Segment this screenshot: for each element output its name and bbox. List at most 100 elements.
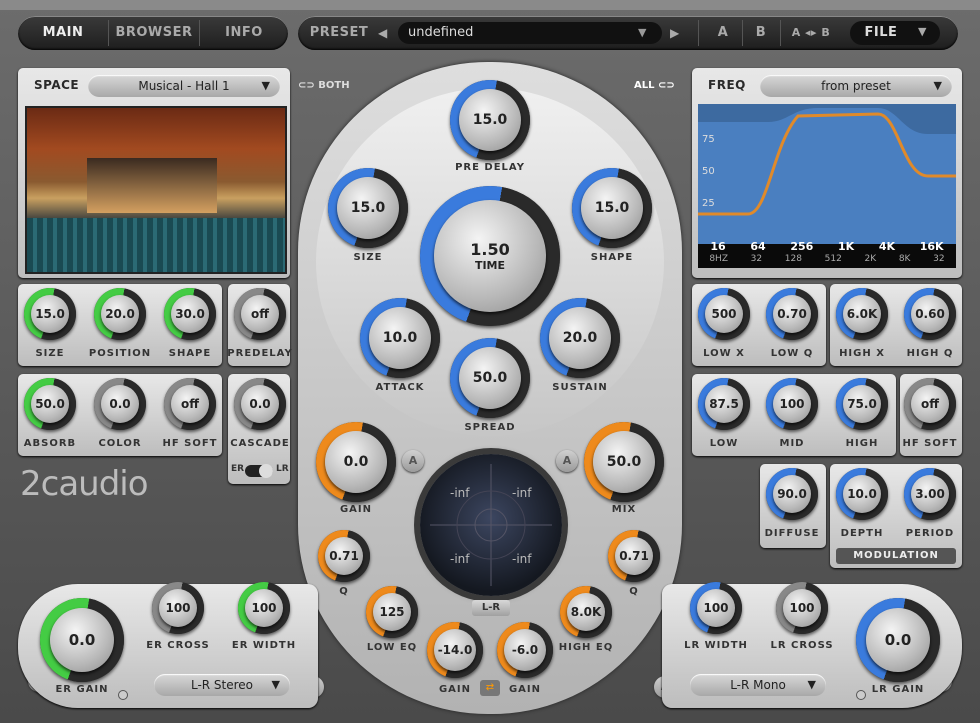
right-low-x-knob[interactable]: 500 [698, 288, 750, 340]
lr-cross-label: LR CROSS [770, 640, 834, 651]
space-hall-image [25, 106, 287, 274]
right-low-knob[interactable]: 87.5 [698, 378, 750, 430]
left-absorb-knob[interactable]: 50.0 [24, 378, 76, 430]
chevron-down-icon: ▼ [271, 678, 280, 691]
left-cascade-label: CASCADE [230, 438, 290, 449]
lr-label: LR [276, 464, 289, 474]
space-dropdown-value: Musical - Hall 1 [138, 79, 230, 93]
gain-low-knob[interactable]: -14.0 [427, 622, 483, 678]
x-tick: 128 [784, 254, 802, 264]
er-width-label: ER WIDTH [231, 640, 297, 651]
space-title: SPACE [34, 78, 80, 92]
right-high-x-knob[interactable]: 6.0K [836, 288, 888, 340]
lr-mode-button[interactable]: L-R [472, 600, 510, 616]
left-size-knob[interactable]: 15.0 [24, 288, 76, 340]
meter-br: -inf [512, 552, 532, 566]
left-predelay-knob[interactable]: off [234, 288, 286, 340]
x-tick: 1K [838, 240, 855, 253]
er-lr-switch-row: ER LR [229, 464, 289, 478]
lr-cross-knob[interactable]: 100 [776, 582, 828, 634]
time-unit-label: TIME [474, 259, 506, 272]
shape-label: SHAPE [590, 252, 634, 263]
left-color-knob[interactable]: 0.0 [94, 378, 146, 430]
sustain-knob[interactable]: 20.0 [540, 298, 620, 378]
attack-knob[interactable]: 10.0 [360, 298, 440, 378]
shape-knob[interactable]: 15.0 [572, 168, 652, 248]
left-position-knob[interactable]: 20.0 [94, 288, 146, 340]
x-ticks-top: 16 64 256 1K 4K 16K [698, 240, 956, 253]
file-button[interactable]: FILE ▼ [850, 21, 940, 45]
preset-divider [698, 20, 699, 46]
link-all[interactable]: ALL ⊂⊃ [634, 80, 675, 91]
size-label: SIZE [353, 252, 383, 263]
er-cross-knob[interactable]: 100 [152, 582, 204, 634]
er-width-knob[interactable]: 100 [238, 582, 290, 634]
lr-gain-knob[interactable]: 0.0 [856, 598, 940, 682]
low-eq-knob[interactable]: 125 [366, 586, 418, 638]
pre-delay-label: PRE DELAY [455, 162, 525, 173]
next-preset-icon[interactable]: ▶ [670, 22, 684, 44]
tab-main[interactable]: MAIN [18, 16, 108, 50]
a-button[interactable]: A [708, 16, 738, 50]
er-lr-toggle[interactable] [245, 464, 273, 478]
mix-knob[interactable]: 50.0 [584, 422, 664, 502]
link-both[interactable]: ⊂⊃ BOTH [298, 80, 350, 91]
right-period-knob[interactable]: 3.00 [904, 468, 956, 520]
space-panel: SPACE Musical - Hall 1 ▼ [18, 68, 290, 278]
right-high-q-knob[interactable]: 0.60 [904, 288, 956, 340]
spread-knob[interactable]: 50.0 [450, 338, 530, 418]
right-high-knob[interactable]: 75.0 [836, 378, 888, 430]
sustain-value: 20.0 [549, 307, 611, 369]
prev-preset-icon[interactable]: ◀ [378, 22, 392, 44]
left-cascade-knob[interactable]: 0.0 [234, 378, 286, 430]
lr-stereo-mode-dropdown[interactable]: L-R Mono ▼ [690, 674, 826, 696]
er-stereo-mode-dropdown[interactable]: L-R Stereo ▼ [154, 674, 290, 696]
left-shape-knob[interactable]: 30.0 [164, 288, 216, 340]
right-hf-soft-knob[interactable]: off [904, 378, 956, 430]
high-eq-knob[interactable]: 8.0K [560, 586, 612, 638]
preset-bar: PRESET ◀ undefined ▼ ▶ A B A ◂▸ B FILE ▼ [298, 16, 958, 50]
time-knob[interactable]: 1.50 TIME [420, 186, 560, 326]
right-high-value: 75.0 [843, 385, 881, 423]
right-high-q-label: HIGH Q [906, 348, 954, 359]
gain-high-knob[interactable]: -6.0 [497, 622, 553, 678]
gain-knob[interactable]: 0.0 [316, 422, 396, 502]
left-predelay-label: PREDELAY [227, 348, 293, 359]
freq-response-graph[interactable]: 75 50 25 16 64 256 1K 4K 16K 8HZ 32 128 … [698, 104, 956, 268]
chevron-down-icon: ▼ [933, 79, 942, 92]
q-right-knob[interactable]: 0.71 [608, 530, 660, 582]
pre-delay-value: 15.0 [459, 89, 521, 151]
modulation-label: MODULATION [836, 548, 956, 564]
x-tick: 64 [750, 240, 766, 253]
q-left-knob[interactable]: 0.71 [318, 530, 370, 582]
link-icon: ⊂⊃ [298, 80, 315, 91]
a-b-compare-button[interactable]: A ◂▸ B [784, 16, 838, 50]
spread-value: 50.0 [459, 347, 521, 409]
b-button[interactable]: B [746, 16, 776, 50]
gain-lock-icon[interactable]: A [402, 450, 424, 472]
tab-browser[interactable]: BROWSER [109, 16, 199, 50]
all-label: ALL [634, 80, 655, 91]
er-gain-label: ER GAIN [55, 684, 109, 695]
size-knob[interactable]: 15.0 [328, 168, 408, 248]
pre-delay-knob[interactable]: 15.0 [450, 80, 530, 160]
lr-width-knob[interactable]: 100 [690, 582, 742, 634]
right-depth-knob[interactable]: 10.0 [836, 468, 888, 520]
left-color-value: 0.0 [101, 385, 139, 423]
space-dropdown[interactable]: Musical - Hall 1 ▼ [88, 75, 280, 97]
tab-info[interactable]: INFO [200, 16, 288, 50]
preset-dropdown-icon[interactable]: ▼ [638, 22, 646, 44]
preset-name-field[interactable]: undefined [398, 22, 662, 44]
attack-label: ATTACK [375, 382, 425, 393]
right-low-q-knob[interactable]: 0.70 [766, 288, 818, 340]
gain-high-label: GAIN [508, 684, 542, 695]
chevron-down-icon: ▼ [261, 79, 270, 92]
left-hf-soft-knob[interactable]: off [164, 378, 216, 430]
er-gain-knob[interactable]: 0.0 [40, 598, 124, 682]
low-eq-value: 125 [373, 593, 411, 631]
right-diffuse-knob[interactable]: 90.0 [766, 468, 818, 520]
freq-dropdown[interactable]: from preset ▼ [760, 75, 952, 97]
right-mid-knob[interactable]: 100 [766, 378, 818, 430]
mix-lock-icon[interactable]: A [556, 450, 578, 472]
q-right-value: 0.71 [615, 537, 653, 575]
